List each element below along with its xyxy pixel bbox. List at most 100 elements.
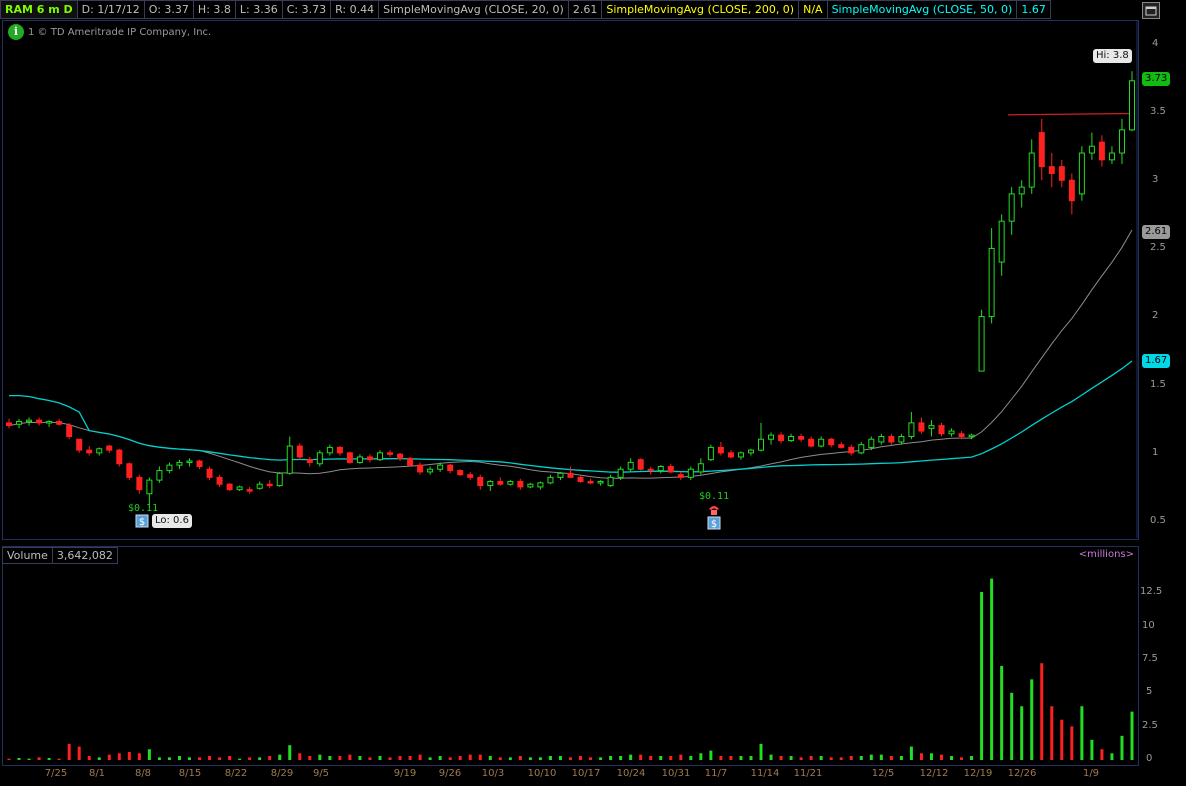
candle-body [266, 483, 273, 487]
candle-body [1078, 152, 1085, 195]
volume-header: Volume 3,642,082 [2, 547, 118, 564]
svg-text:$: $ [711, 519, 717, 530]
candle-body [376, 452, 383, 461]
candle-body [36, 419, 43, 424]
sma50-tag: 1.67 [1142, 354, 1171, 368]
date-tick: 9/19 [393, 768, 417, 779]
candle-body [256, 483, 263, 489]
last-price-tag: 3.73 [1142, 72, 1171, 86]
date-tick: 10/24 [616, 768, 646, 779]
candle-body [126, 463, 133, 478]
date-tick: 8/29 [270, 768, 294, 779]
candle-body [928, 425, 935, 429]
candle-body [537, 482, 544, 488]
candle-body [437, 464, 444, 470]
price-tick: 3 [1152, 174, 1159, 185]
candle-body [607, 476, 614, 487]
volume-pane[interactable] [2, 546, 1139, 766]
date-tick: 11/14 [750, 768, 780, 779]
price-tick: 3.5 [1150, 106, 1166, 117]
candle-body [397, 453, 404, 459]
candle-body [336, 446, 343, 454]
candle-body [86, 449, 93, 454]
candle-body [527, 483, 534, 488]
volume-tick: 10 [1142, 620, 1155, 631]
candle-body [56, 421, 63, 425]
candle-body [908, 422, 915, 438]
candle-body [948, 430, 955, 435]
earnings-phone-icon[interactable] [707, 502, 721, 516]
candle-body [246, 489, 253, 492]
candle-body [888, 436, 895, 443]
candle-body [778, 434, 785, 442]
candle-body [477, 476, 484, 487]
candle-body [958, 433, 965, 438]
svg-text:$: $ [139, 517, 145, 528]
candle-body [226, 483, 233, 491]
date-tick: 9/26 [438, 768, 462, 779]
candle-body [296, 445, 303, 458]
candle-body [687, 468, 694, 478]
candle-body [1048, 166, 1055, 174]
candle-body [457, 470, 464, 476]
date-tick: 10/17 [571, 768, 601, 779]
candle-body [627, 461, 634, 470]
dividend-icon[interactable]: $ [707, 516, 721, 530]
volume-tick: 0 [1146, 753, 1153, 764]
date-tick: 8/1 [88, 768, 106, 779]
date-tick: 7/25 [44, 768, 68, 779]
candle-body [46, 421, 53, 424]
candle-body [216, 476, 223, 485]
candle-body [737, 452, 744, 458]
price-tick: 2 [1152, 310, 1159, 321]
candle-body [667, 465, 674, 473]
date-tick: 11/21 [793, 768, 823, 779]
candle-body [1129, 80, 1135, 131]
date-tick: 12/19 [963, 768, 993, 779]
candle-body [156, 470, 163, 481]
candle-body [968, 434, 975, 438]
low-bubble: Lo: 0.6 [152, 514, 192, 528]
candle-body [577, 476, 584, 482]
candle-body [647, 468, 654, 472]
candle-body [988, 247, 995, 318]
candle-body [136, 476, 143, 491]
volume-value: 3,642,082 [51, 547, 118, 564]
volume-label[interactable]: Volume [2, 547, 52, 564]
candle-body [326, 446, 333, 454]
candle-body [467, 474, 474, 478]
volume-tick: 7.5 [1142, 653, 1158, 664]
dividend-icon[interactable]: $ [135, 514, 149, 528]
candle-body [727, 452, 734, 458]
candle-body [1018, 186, 1025, 195]
sma20-tag: 2.61 [1142, 225, 1171, 239]
date-tick: 8/15 [178, 768, 202, 779]
candle-body [166, 464, 173, 472]
candle-body [818, 438, 825, 447]
candle-body [16, 421, 23, 425]
candle-body [146, 479, 153, 495]
volume-tick: 2.5 [1142, 720, 1158, 731]
candle-body [176, 461, 183, 466]
candle-body [66, 425, 73, 438]
high-bubble: Hi: 3.8 [1093, 49, 1132, 63]
date-tick: 11/7 [704, 768, 728, 779]
date-tick: 12/26 [1007, 768, 1037, 779]
volume-tick: 12.5 [1140, 586, 1163, 597]
sma20-line [8, 229, 1133, 479]
candle-body [808, 438, 815, 447]
candle-body [96, 448, 103, 454]
candle-body [316, 452, 323, 465]
candle-body [26, 419, 33, 423]
candle-body [116, 449, 123, 465]
date-tick: 10/3 [481, 768, 505, 779]
candle-body [637, 459, 644, 470]
candle-body [848, 446, 855, 454]
candle-body [858, 444, 865, 454]
candle-body [6, 422, 12, 427]
candle-body [1028, 152, 1035, 188]
candle-body [1118, 129, 1125, 154]
candle-body [868, 438, 875, 448]
candle-body [1088, 145, 1095, 154]
candle-body [838, 444, 845, 448]
